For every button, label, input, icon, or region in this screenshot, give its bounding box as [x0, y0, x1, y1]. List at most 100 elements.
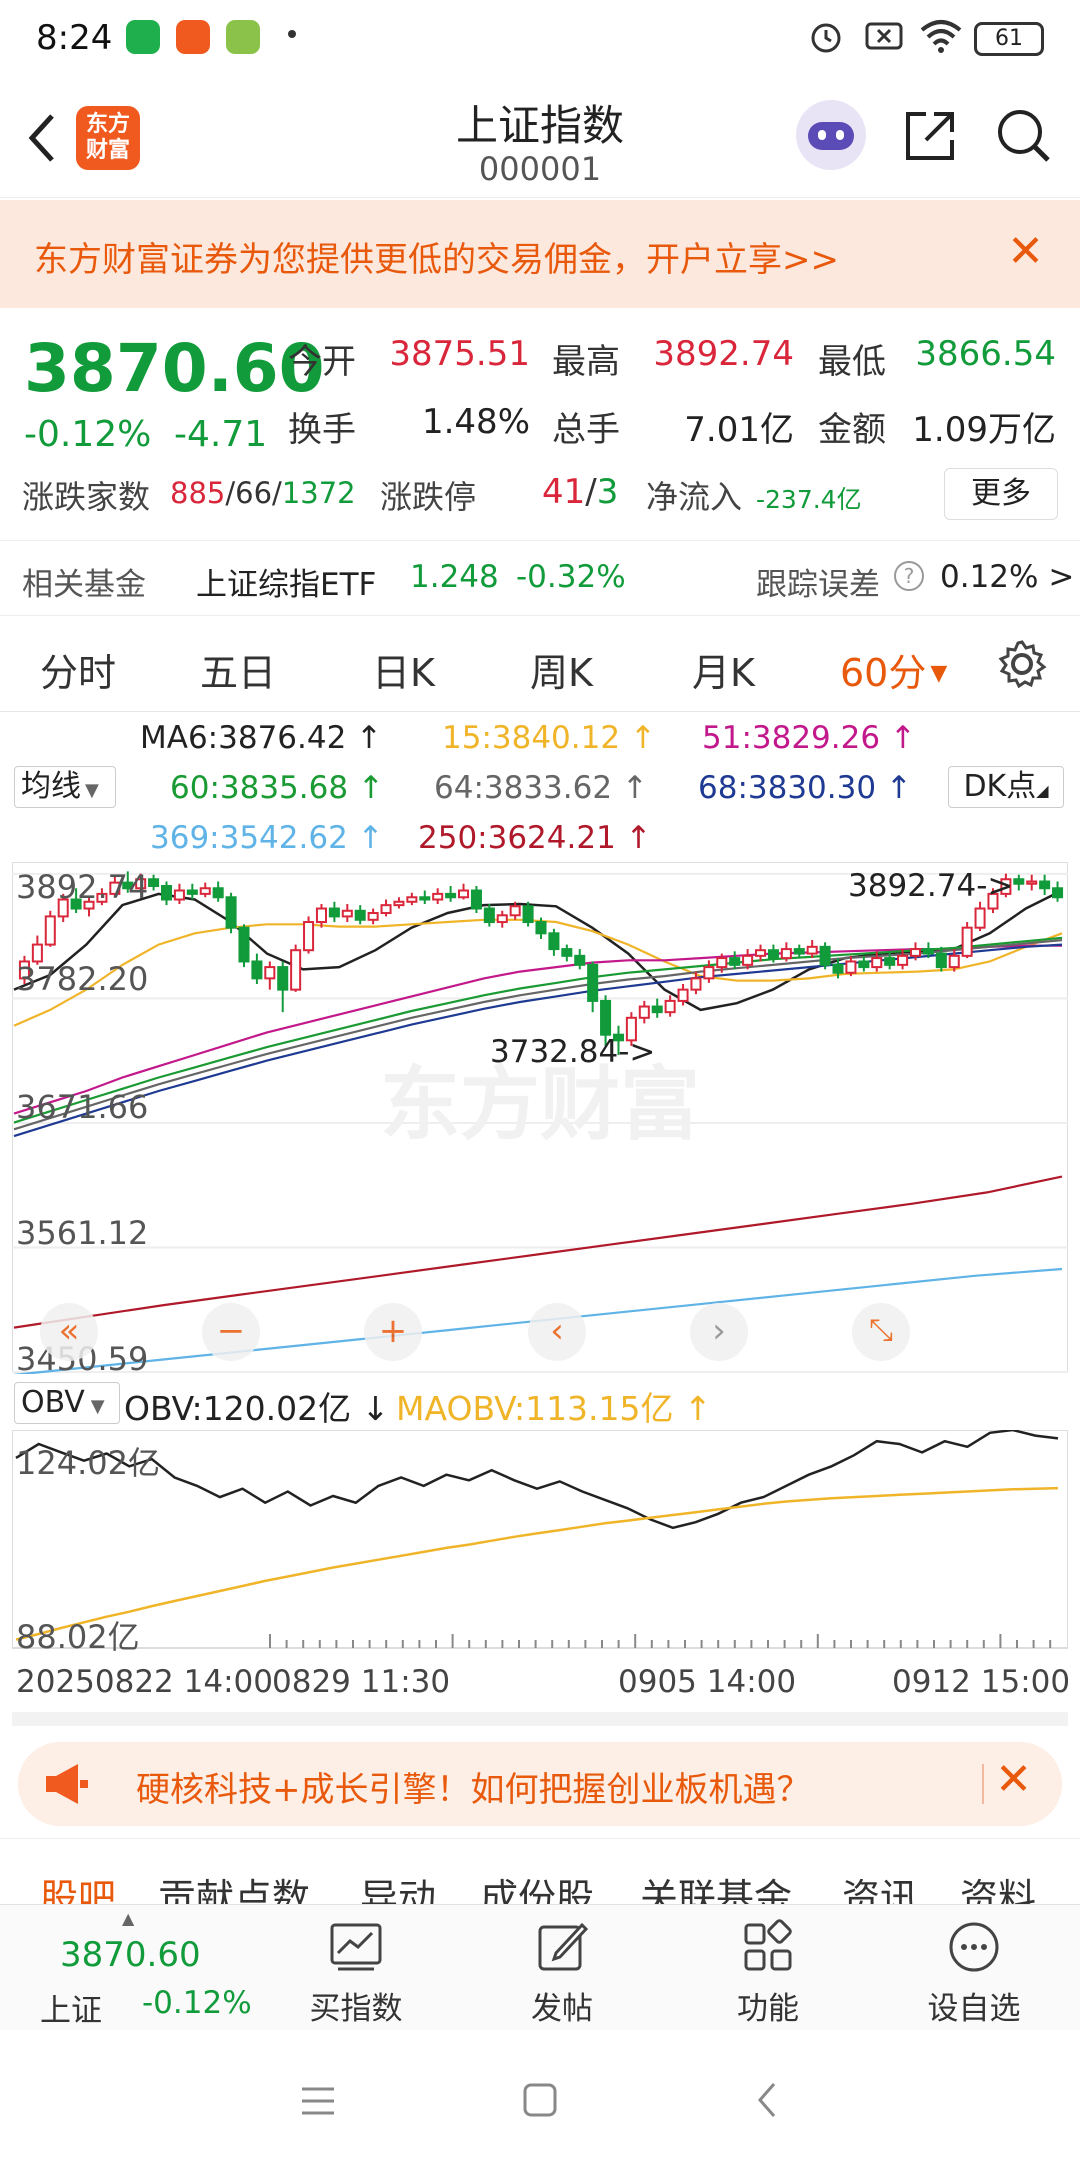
ma-legend-64: 64:3833.62 ↑ — [434, 770, 648, 806]
tab-60-min[interactable]: 60分 ▼ — [840, 642, 947, 697]
tracking-error-value[interactable]: 0.12% > — [940, 559, 1074, 595]
promo-banner-text[interactable]: 东方财富证券为您提供更低的交易佣金，开户立享>> — [34, 232, 839, 281]
y-tick-label: 3892.74 — [16, 868, 149, 906]
y-tick-label: 3561.12 — [16, 1214, 149, 1252]
zoom-in-icon[interactable]: + — [364, 1303, 422, 1361]
ma-legend-369: 369:3542.62 ↑ — [150, 820, 384, 856]
battery-icon: 61 — [974, 22, 1044, 56]
ma-legend-text: 250:3624.21 — [418, 820, 616, 856]
maobv-value: MAOBV:113.15亿 — [396, 1389, 674, 1428]
indicator-selector[interactable]: OBV ▼ — [14, 1382, 120, 1424]
buy-index-label: 买指数 — [309, 1991, 403, 2027]
candle — [341, 909, 353, 918]
ad-banner[interactable]: 硬核科技+成长引擎！如何把握创业板机遇？ ✕ — [18, 1742, 1062, 1826]
nav-back-icon[interactable] — [752, 2080, 782, 2120]
tracking-error-label: 跟踪误差 — [756, 567, 880, 603]
index-summary[interactable]: ▲ 3870.60 上证 -0.12% — [20, 1905, 280, 2031]
candle — [160, 884, 173, 901]
ma-legend-51: 51:3829.26 ↑ — [702, 720, 916, 756]
candle — [871, 957, 883, 969]
fullscreen-icon[interactable]: ⤡ — [852, 1303, 910, 1361]
title-bar: 东方 财富 上证指数 000001 — [0, 80, 1080, 198]
megaphone-icon — [46, 1764, 88, 1804]
limit-down: 3 — [596, 472, 619, 512]
tab-guba[interactable]: 股吧 — [40, 1867, 116, 1904]
assistant-avatar[interactable] — [796, 100, 866, 170]
tab-news[interactable]: 资讯 — [842, 1867, 918, 1904]
low-annotation: 3732.84-> — [490, 1034, 655, 1070]
more-circle-icon — [949, 1922, 999, 1972]
promo-banner[interactable]: 东方财富证券为您提供更低的交易佣金，开户立享>> ✕ — [0, 200, 1080, 308]
candlestick-chart[interactable]: 东方财富 3892.74-> 3732.84-> — [12, 862, 1068, 1374]
share-icon[interactable] — [900, 106, 960, 166]
scroll-to-start-icon[interactable]: « — [40, 1303, 98, 1361]
turnover-label: 换手 — [288, 410, 356, 450]
tab-monthly-k[interactable]: 月K — [692, 642, 755, 697]
candle — [212, 887, 224, 899]
post-button[interactable]: 发帖 — [482, 1905, 642, 2031]
limit-up: 41 — [542, 472, 586, 512]
buy-index-button[interactable]: 买指数 — [276, 1905, 436, 2031]
dk-button[interactable]: DK点◢ — [948, 766, 1064, 808]
candle — [961, 926, 973, 957]
candle — [44, 915, 56, 946]
ma-legend-text: 15:3840.12 — [442, 720, 621, 756]
tab-intraday[interactable]: 分时 — [40, 642, 116, 697]
add-watchlist-button[interactable]: 设自选 — [894, 1905, 1054, 2031]
ma-legend-15: 15:3840.12 ↑ — [442, 720, 656, 756]
tab-weekly-k[interactable]: 周K — [530, 642, 593, 697]
candle — [509, 905, 521, 917]
ma-selector[interactable]: 均线 ▼ — [14, 766, 116, 808]
x-tick-label: 0905 14:00 — [618, 1664, 797, 1700]
ma-legend-text: MA6:3876.42 — [140, 720, 347, 756]
wechat-icon — [126, 20, 160, 54]
x-tick-label: 0829 11:30 — [272, 1664, 451, 1700]
close-icon[interactable]: ✕ — [995, 1754, 1032, 1805]
functions-button[interactable]: 功能 — [688, 1905, 848, 2031]
search-icon[interactable] — [994, 106, 1054, 166]
candle — [303, 921, 315, 952]
candle — [780, 948, 792, 960]
ad-text[interactable]: 硬核科技+成长引擎！如何把握创业板机遇？ — [136, 1762, 811, 1811]
more-button[interactable]: 更多 — [944, 468, 1058, 520]
related-fund-row[interactable]: 相关基金 上证综指ETF 1.248 -0.32% 跟踪误差 ? 0.12% > — [0, 540, 1080, 616]
dk-button-label: DK点 — [963, 769, 1037, 804]
candle — [974, 907, 986, 929]
content-tabs: 股吧 贡献点数 异动 成份股 关联基金 资讯 资料 — [0, 1838, 1080, 1904]
candle — [664, 999, 676, 1014]
candle — [264, 966, 276, 980]
breadth-down: 1372 — [281, 476, 356, 510]
scroll-right-icon[interactable]: › — [690, 1303, 748, 1361]
ma-legend-text: 64:3833.62 — [434, 770, 613, 806]
tab-five-day[interactable]: 五日 — [200, 642, 276, 697]
tab-contribution[interactable]: 贡献点数 — [158, 1867, 310, 1904]
fund-name[interactable]: 上证综指ETF — [196, 559, 376, 604]
obv-chart[interactable] — [12, 1430, 1068, 1650]
turnover-value: 1.48% — [421, 402, 530, 442]
candle — [186, 889, 198, 895]
fund-label: 相关基金 — [22, 567, 146, 603]
candle — [419, 896, 431, 901]
tab-profile[interactable]: 资料 — [960, 1867, 1036, 1904]
tab-movement[interactable]: 异动 — [360, 1867, 436, 1904]
scroll-left-icon[interactable]: ‹ — [528, 1303, 586, 1361]
candle — [897, 954, 909, 966]
add-watchlist-label: 设自选 — [927, 1991, 1021, 2027]
candle — [548, 932, 560, 951]
zoom-out-icon[interactable]: − — [202, 1303, 260, 1361]
close-icon[interactable]: ✕ — [1007, 226, 1044, 277]
help-icon[interactable]: ? — [894, 561, 924, 591]
corner-arrow-icon: ◢ — [1036, 781, 1049, 800]
tab-daily-k[interactable]: 日K — [372, 642, 435, 697]
settings-icon[interactable] — [996, 638, 1048, 690]
limit-label: 涨跌停 — [380, 478, 477, 516]
candle — [587, 963, 599, 1002]
x-tick-label: 0912 15:00 — [892, 1664, 1071, 1700]
menu-icon[interactable] — [298, 2084, 338, 2118]
edit-icon — [538, 1922, 589, 1971]
grid-icon — [744, 1919, 792, 1971]
ma-legend-250: 250:3624.21 ↑ — [418, 820, 652, 856]
home-icon[interactable] — [520, 2080, 560, 2120]
tab-constituents[interactable]: 成份股 — [480, 1867, 594, 1904]
tab-related-funds[interactable]: 关联基金 — [640, 1867, 792, 1904]
